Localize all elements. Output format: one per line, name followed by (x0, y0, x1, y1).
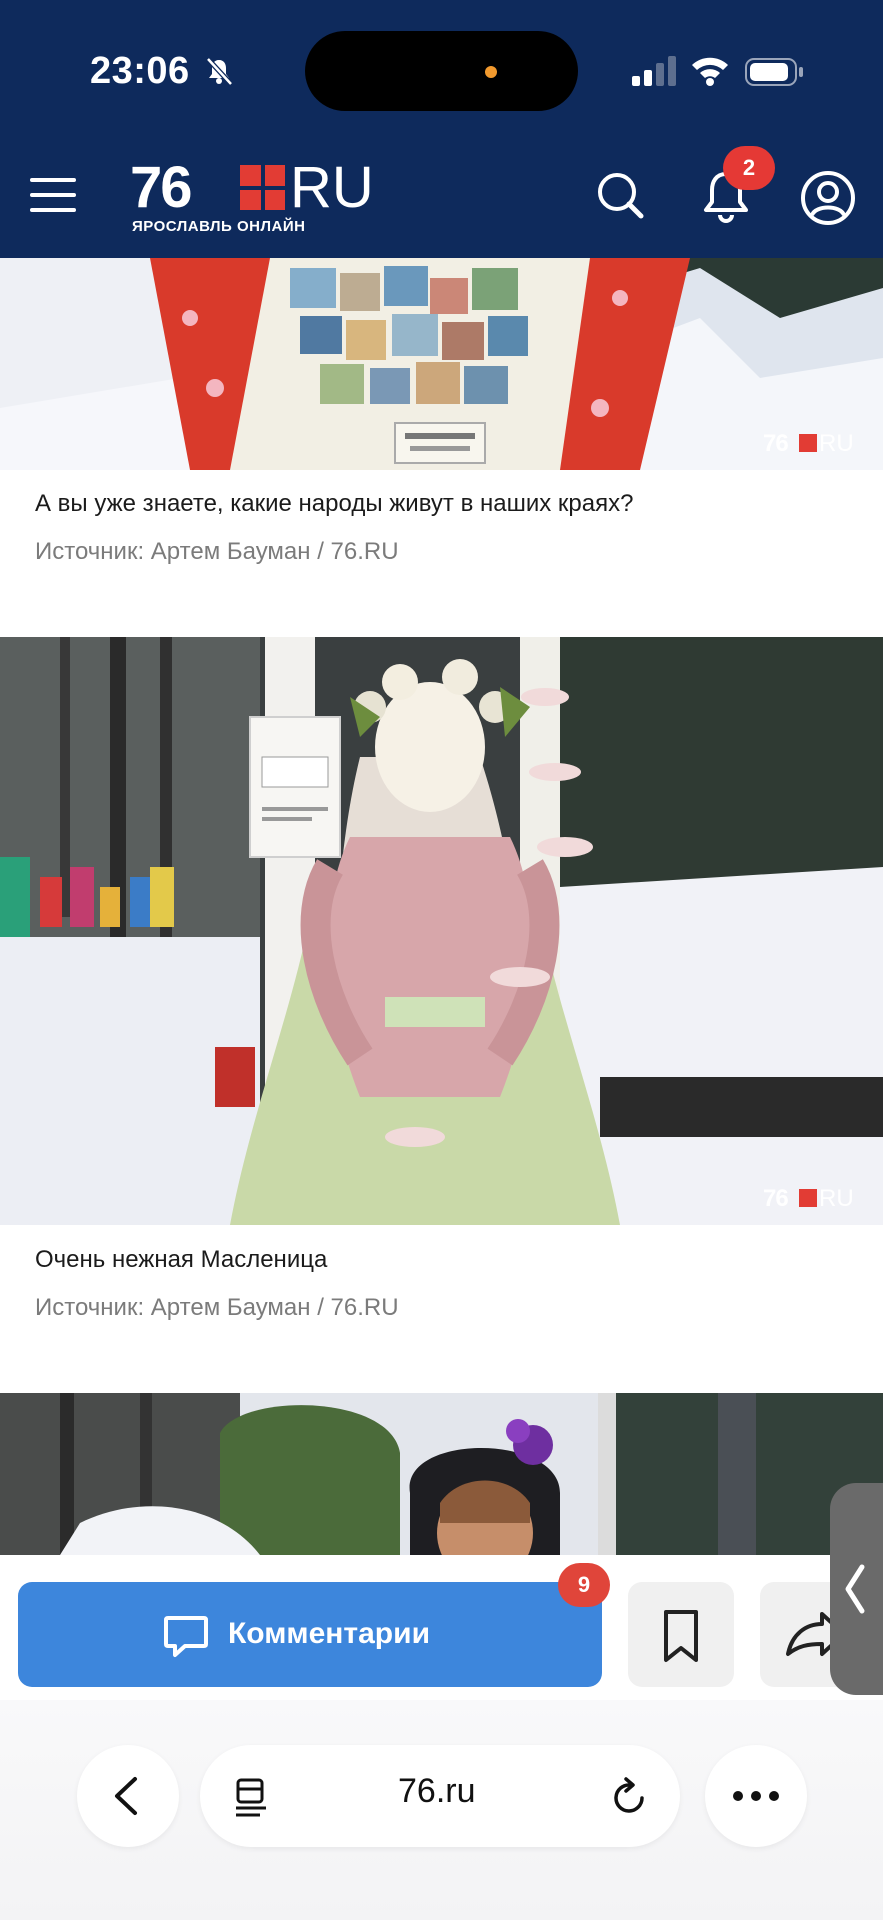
address-bar-url[interactable]: 76.ru (398, 1772, 476, 1811)
comments-button[interactable]: Комментарии (18, 1582, 602, 1687)
reader-mode-icon[interactable] (230, 1772, 274, 1820)
watermark-square (799, 434, 817, 452)
watermark-square (799, 1189, 817, 1207)
reload-icon[interactable] (608, 1772, 652, 1820)
gallery-photo[interactable]: 76 RU (0, 637, 883, 1225)
dynamic-island (305, 31, 578, 111)
logo-tagline: ЯРОСЛАВЛЬ ОНЛАЙН (132, 218, 306, 235)
photo-watermark: 76 RU (763, 1185, 873, 1215)
photo-maslenitsa-doll (0, 637, 883, 1225)
chevron-left-icon (845, 1564, 865, 1614)
cellular-signal-icon (632, 56, 676, 86)
status-time: 23:06 (90, 50, 190, 92)
gallery-photo[interactable] (0, 1393, 883, 1555)
watermark-suffix: RU (819, 430, 854, 457)
photo-watermark: 76 RU (763, 430, 873, 460)
notifications-badge: 2 (723, 146, 775, 190)
bookmark-button[interactable] (628, 1582, 734, 1687)
header-bar: 23:06 76 RU ЯРОСЛАВЛЬ ОНЛАЙН 2 (0, 0, 883, 258)
photo-source: Источник: Артем Бауман / 76.RU (35, 1294, 399, 1321)
gallery-photo[interactable]: 76 RU (0, 258, 883, 470)
bell-mute-icon (206, 57, 233, 86)
photo-partial (0, 1393, 883, 1555)
search-icon[interactable] (595, 170, 645, 220)
comment-bubble-icon (164, 1616, 208, 1657)
photo-source: Источник: Артем Бауман / 76.RU (35, 538, 399, 565)
page: 23:06 76 RU ЯРОСЛАВЛЬ ОНЛАЙН 2 76 RU А в… (0, 0, 883, 1920)
privacy-dot (485, 66, 497, 78)
logo-number: 76 (130, 155, 192, 220)
more-options-button[interactable] (705, 1745, 807, 1847)
bookmark-icon (664, 1610, 698, 1662)
battery-icon (745, 58, 803, 86)
wifi-icon (692, 57, 728, 86)
browser-back-button[interactable] (77, 1745, 179, 1847)
profile-icon[interactable] (800, 170, 856, 226)
photo-folk-costume (0, 258, 883, 470)
more-dots-icon (733, 1791, 779, 1801)
comments-label: Комментарии (228, 1617, 431, 1650)
comments-count-badge: 9 (558, 1563, 610, 1607)
watermark-suffix: RU (819, 1185, 854, 1212)
chevron-left-icon (115, 1777, 137, 1815)
side-panel-handle[interactable] (830, 1483, 883, 1695)
logo-square (240, 165, 285, 210)
photo-caption: А вы уже знаете, какие народы живут в на… (35, 490, 634, 517)
watermark-number: 76 (763, 1185, 789, 1212)
menu-button[interactable] (30, 178, 76, 214)
logo-suffix: RU (290, 155, 374, 220)
watermark-number: 76 (763, 430, 789, 457)
photo-caption: Очень нежная Масленица (35, 1246, 328, 1273)
site-logo[interactable]: 76 RU ЯРОСЛАВЛЬ ОНЛАЙН (130, 158, 420, 238)
